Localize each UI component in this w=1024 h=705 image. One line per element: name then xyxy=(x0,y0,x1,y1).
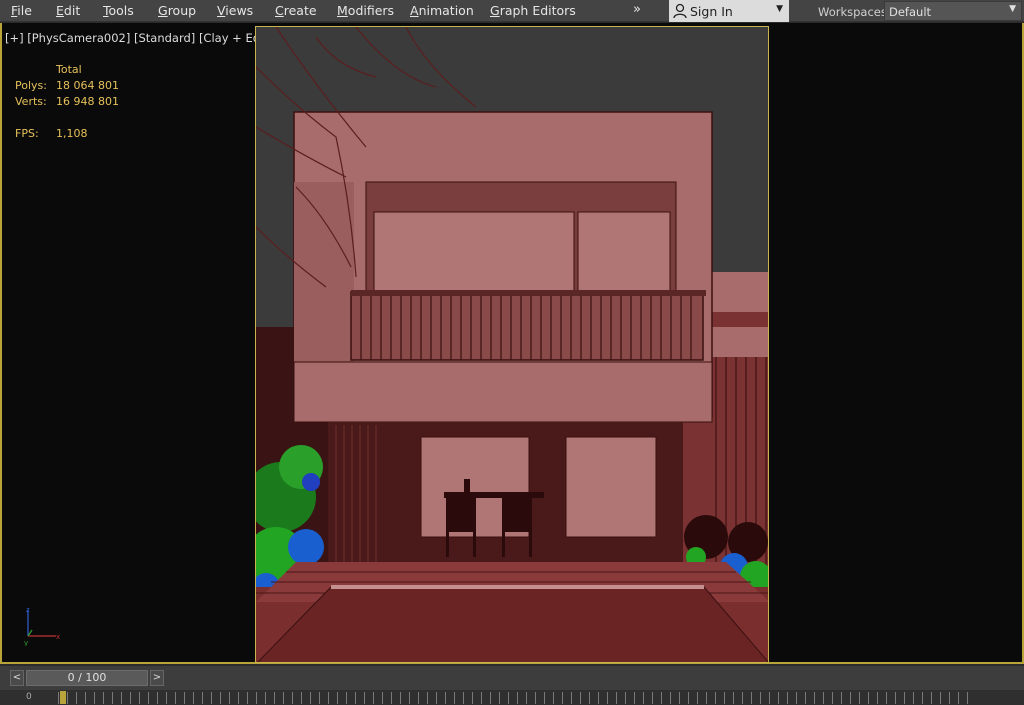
stats-header: Total xyxy=(56,63,82,76)
time-slider-bar: < 0 / 100 > xyxy=(0,666,1024,690)
menu-edit[interactable]: Edit xyxy=(56,3,80,18)
double-chevron-icon[interactable]: » xyxy=(633,2,641,17)
polys-label: Polys: xyxy=(15,79,47,92)
menu-views[interactable]: Views xyxy=(217,3,253,18)
menu-modifiers[interactable]: Modifiers xyxy=(337,3,394,18)
svg-text:z: z xyxy=(26,606,30,614)
menu-file[interactable]: File xyxy=(11,3,32,18)
menu-tools[interactable]: Tools xyxy=(103,3,134,18)
verts-label: Verts: xyxy=(15,95,47,108)
viewport-statistics: Total Polys: 18 064 801 Verts: 16 948 801 … xyxy=(15,62,135,142)
chevron-down-icon: ▼ xyxy=(1009,4,1016,14)
user-icon xyxy=(673,3,687,19)
fps-value: 1,108 xyxy=(56,127,88,140)
workspace-value: Default xyxy=(889,5,932,19)
menu-graph-editors[interactable]: Graph Editors xyxy=(490,3,576,18)
track-zero-label: 0 xyxy=(26,692,32,702)
next-frame-button[interactable]: > xyxy=(150,670,164,686)
chevron-down-icon: ▼ xyxy=(776,4,783,14)
workspace-select[interactable]: Default ▼ xyxy=(884,1,1022,21)
svg-text:y: y xyxy=(24,639,28,646)
prev-frame-button[interactable]: < xyxy=(10,670,24,686)
menu-bar: File Edit Tools Group Views Create Modif… xyxy=(0,0,1024,22)
svg-text:x: x xyxy=(56,633,60,641)
verts-value: 16 948 801 xyxy=(56,95,119,108)
playhead-marker[interactable] xyxy=(60,691,66,704)
axis-gizmo-icon: x z y xyxy=(24,606,60,646)
scene-render xyxy=(256,27,768,662)
polys-value: 18 064 801 xyxy=(56,79,119,92)
track-bar[interactable]: 0 xyxy=(0,690,1024,705)
workspaces-label: Workspaces: xyxy=(818,5,891,19)
frame-slider[interactable]: 0 / 100 xyxy=(26,670,148,686)
menu-group[interactable]: Group xyxy=(158,3,196,18)
sign-in-button[interactable]: Sign In ▼ xyxy=(669,0,789,22)
menu-animation[interactable]: Animation xyxy=(410,3,474,18)
sign-in-label: Sign In xyxy=(690,4,733,19)
fps-label: FPS: xyxy=(15,127,39,140)
track-ticks xyxy=(58,692,970,704)
menu-create[interactable]: Create xyxy=(275,3,317,18)
camera-safe-frame[interactable] xyxy=(255,26,769,663)
